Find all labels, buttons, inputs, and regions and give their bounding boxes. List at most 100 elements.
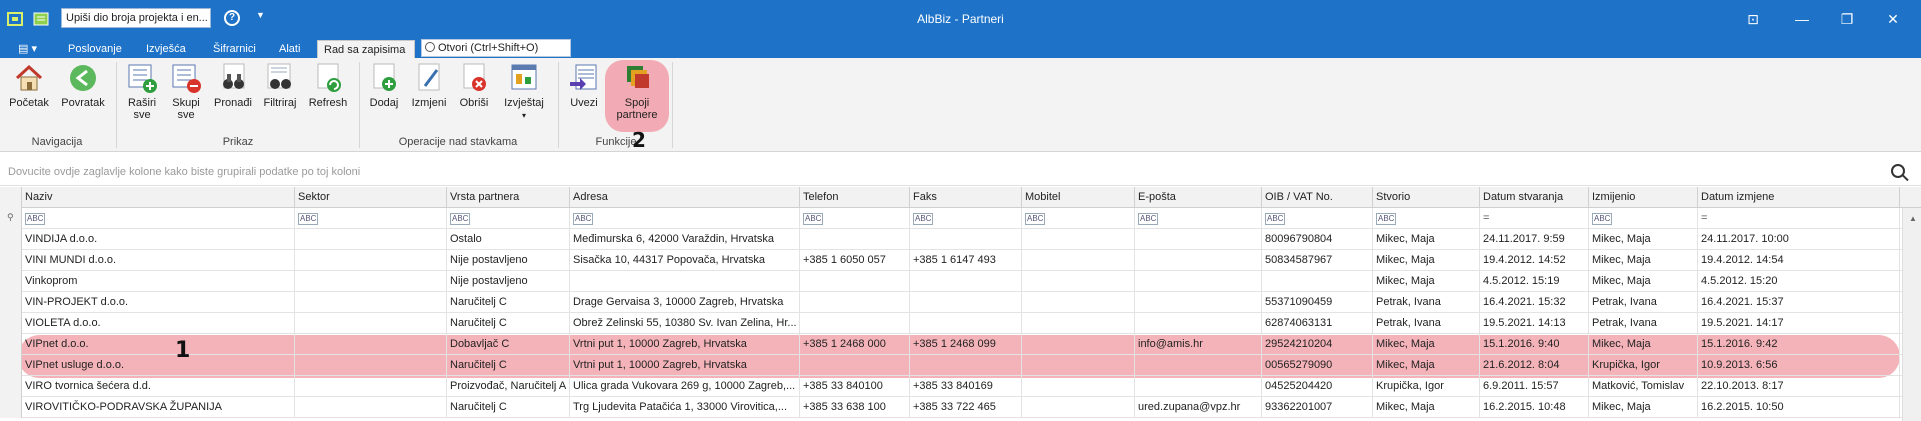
minimize-icon[interactable]: — bbox=[1791, 8, 1813, 30]
filter-cell[interactable]: ABC bbox=[22, 208, 295, 229]
table-cell[interactable] bbox=[295, 334, 447, 355]
filter-cell[interactable]: = bbox=[1480, 208, 1589, 229]
column-header[interactable]: E-pošta bbox=[1135, 187, 1262, 208]
row-indicator[interactable] bbox=[0, 355, 22, 376]
filter-cell[interactable]: ABC bbox=[447, 208, 570, 229]
table-cell[interactable] bbox=[1135, 313, 1262, 334]
table-cell[interactable]: +385 33 638 100 bbox=[800, 397, 910, 418]
table-cell[interactable] bbox=[910, 292, 1022, 313]
table-cell[interactable]: Petrak, Ivana bbox=[1589, 313, 1698, 334]
tab-poslovanje[interactable]: Poslovanje bbox=[62, 40, 128, 58]
row-indicator[interactable] bbox=[0, 376, 22, 397]
table-cell[interactable]: Mikec, Maja bbox=[1589, 250, 1698, 271]
table-cell[interactable] bbox=[295, 292, 447, 313]
table-cell[interactable] bbox=[1022, 313, 1135, 334]
pronadi-button[interactable]: Pronađi bbox=[212, 62, 254, 109]
table-cell[interactable]: Ulica grada Vukovara 269 g, 10000 Zagreb… bbox=[570, 376, 800, 397]
table-cell[interactable]: 16.4.2021. 15:32 bbox=[1480, 292, 1589, 313]
table-cell[interactable]: Mikec, Maja bbox=[1373, 229, 1480, 250]
skupi-sve-button[interactable]: Skupi sve bbox=[168, 62, 204, 121]
vertical-scrollbar[interactable]: ▲ bbox=[1902, 208, 1921, 421]
table-cell[interactable]: Mikec, Maja bbox=[1589, 397, 1698, 418]
table-cell[interactable]: Krupička, Igor bbox=[1589, 355, 1698, 376]
table-cell[interactable]: 62874063131 bbox=[1262, 313, 1373, 334]
dodaj-button[interactable]: Dodaj bbox=[366, 62, 402, 109]
file-menu-icon[interactable]: ▤ ▾ bbox=[12, 40, 43, 58]
row-indicator[interactable] bbox=[0, 229, 22, 250]
table-cell[interactable] bbox=[295, 250, 447, 271]
table-cell[interactable]: 24.11.2017. 10:00 bbox=[1698, 229, 1900, 250]
tab-rad-sa-zapisima[interactable]: Rad sa zapisima bbox=[317, 40, 415, 58]
row-indicator[interactable] bbox=[0, 250, 22, 271]
table-cell[interactable]: 16.2.2015. 10:50 bbox=[1698, 397, 1900, 418]
table-row[interactable]: VIPnet usluge d.o.o. Naručitelj C Vrtni pu… bbox=[0, 355, 1921, 376]
filter-cell[interactable]: ABC bbox=[910, 208, 1022, 229]
table-cell[interactable] bbox=[1135, 229, 1262, 250]
filter-row-indicator[interactable]: ⚲ bbox=[0, 208, 22, 229]
table-cell[interactable]: 22.10.2013. 8:17 bbox=[1698, 376, 1900, 397]
table-cell[interactable]: Naručitelj C bbox=[447, 397, 570, 418]
table-cell[interactable] bbox=[1022, 334, 1135, 355]
table-row[interactable]: VIN-PROJEKT d.o.o. Naručitelj C Drage Gerv… bbox=[0, 292, 1921, 313]
table-cell[interactable] bbox=[800, 229, 910, 250]
row-indicator[interactable] bbox=[0, 397, 22, 418]
table-cell[interactable] bbox=[910, 271, 1022, 292]
filter-cell[interactable]: = bbox=[1698, 208, 1900, 229]
table-cell[interactable]: 21.6.2012. 8:04 bbox=[1480, 355, 1589, 376]
table-cell[interactable] bbox=[295, 229, 447, 250]
table-cell[interactable]: VINDIJA d.o.o. bbox=[22, 229, 295, 250]
table-cell[interactable]: Nije postavljeno bbox=[447, 250, 570, 271]
filter-cell[interactable]: ABC bbox=[1262, 208, 1373, 229]
table-cell[interactable]: 15.1.2016. 9:42 bbox=[1698, 334, 1900, 355]
table-cell[interactable] bbox=[910, 313, 1022, 334]
table-cell[interactable]: Vrtni put 1, 10000 Zagreb, Hrvatska bbox=[570, 355, 800, 376]
table-cell[interactable] bbox=[910, 229, 1022, 250]
filter-cell[interactable]: ABC bbox=[570, 208, 800, 229]
table-cell[interactable]: Petrak, Ivana bbox=[1373, 313, 1480, 334]
table-row[interactable]: Vinkoprom Nije postavljeno Mikec, Maja 4.5.… bbox=[0, 271, 1921, 292]
table-cell[interactable]: Ostalo bbox=[447, 229, 570, 250]
table-cell[interactable] bbox=[295, 376, 447, 397]
table-cell[interactable]: VIROVITIČKO-PODRAVSKA ŽUPANIJA bbox=[22, 397, 295, 418]
izmjeni-button[interactable]: Izmjeni bbox=[408, 62, 450, 109]
row-indicator[interactable] bbox=[0, 271, 22, 292]
table-cell[interactable]: +385 33 722 465 bbox=[910, 397, 1022, 418]
table-cell[interactable]: Mikec, Maja bbox=[1589, 334, 1698, 355]
filter-cell[interactable]: ABC bbox=[1589, 208, 1698, 229]
table-cell[interactable] bbox=[1135, 292, 1262, 313]
obrisi-button[interactable]: Obriši bbox=[456, 62, 492, 109]
column-header[interactable]: Faks bbox=[910, 187, 1022, 208]
table-cell[interactable]: info@amis.hr bbox=[1135, 334, 1262, 355]
table-cell[interactable] bbox=[1135, 355, 1262, 376]
column-header[interactable]: Izmijenio bbox=[1589, 187, 1698, 208]
table-cell[interactable] bbox=[800, 292, 910, 313]
table-row[interactable]: VIROVITIČKO-PODRAVSKA ŽUPANIJA Naručitelj… bbox=[0, 397, 1921, 418]
column-header[interactable]: Adresa bbox=[570, 187, 800, 208]
table-cell[interactable]: Mikec, Maja bbox=[1373, 355, 1480, 376]
table-cell[interactable]: VINI MUNDI d.o.o. bbox=[22, 250, 295, 271]
otvori-search-input[interactable]: Otvori (Ctrl+Shift+O) bbox=[421, 39, 571, 57]
row-indicator[interactable] bbox=[0, 334, 22, 355]
table-cell[interactable] bbox=[910, 355, 1022, 376]
table-cell[interactable]: VIRO tvornica šećera d.d. bbox=[22, 376, 295, 397]
search-icon[interactable] bbox=[1891, 164, 1905, 178]
table-cell[interactable]: Mikec, Maja bbox=[1373, 271, 1480, 292]
table-cell[interactable]: Mikec, Maja bbox=[1373, 397, 1480, 418]
table-cell[interactable]: Petrak, Ivana bbox=[1589, 292, 1698, 313]
table-cell[interactable]: Drage Gervaisa 3, 10000 Zagreb, Hrvatska bbox=[570, 292, 800, 313]
table-cell[interactable]: +385 33 840100 bbox=[800, 376, 910, 397]
izvjestaj-button[interactable]: Izvještaj ▾ bbox=[500, 62, 548, 122]
row-indicator[interactable] bbox=[0, 187, 22, 208]
table-cell[interactable]: Dobavljač C bbox=[447, 334, 570, 355]
table-cell[interactable]: 29524210204 bbox=[1262, 334, 1373, 355]
tab-izvjesca[interactable]: Izvješća bbox=[140, 40, 192, 58]
table-cell[interactable]: Petrak, Ivana bbox=[1373, 292, 1480, 313]
table-cell[interactable]: 04525204420 bbox=[1262, 376, 1373, 397]
column-header[interactable]: Telefon bbox=[800, 187, 910, 208]
table-cell[interactable]: 80096790804 bbox=[1262, 229, 1373, 250]
table-cell[interactable]: VIN-PROJEKT d.o.o. bbox=[22, 292, 295, 313]
table-cell[interactable]: Naručitelj C bbox=[447, 355, 570, 376]
table-cell[interactable] bbox=[1022, 376, 1135, 397]
table-cell[interactable]: +385 1 2468 000 bbox=[800, 334, 910, 355]
table-cell[interactable]: Mikec, Maja bbox=[1589, 271, 1698, 292]
